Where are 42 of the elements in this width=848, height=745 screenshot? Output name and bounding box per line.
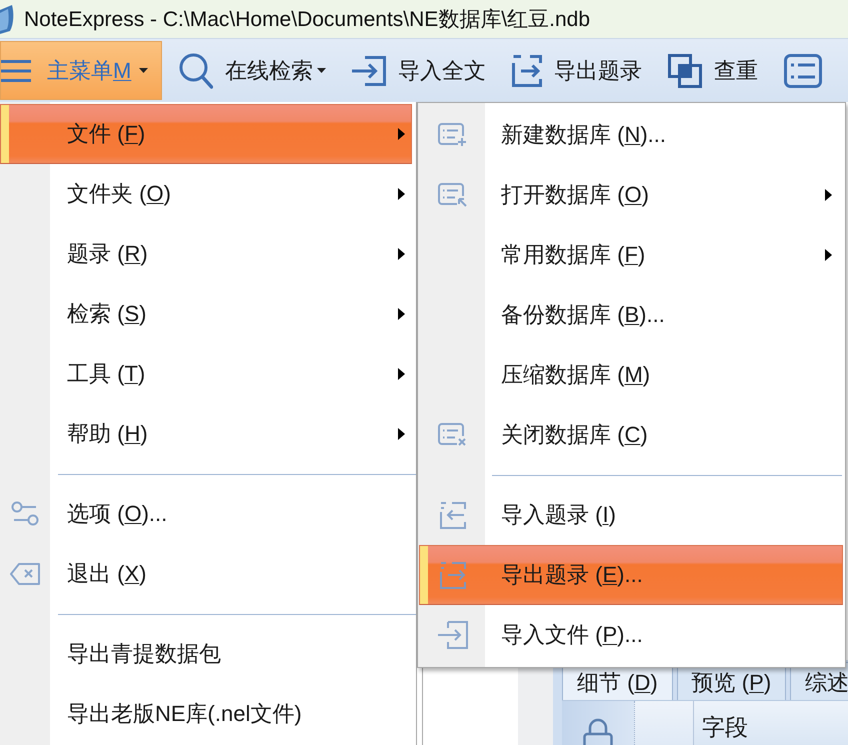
- lock-icon: [583, 717, 613, 745]
- menu-item[interactable]: 文件 (F): [0, 104, 412, 164]
- column-header: [634, 701, 693, 745]
- menu-item[interactable]: 工具 (T): [0, 344, 412, 404]
- export-icon: [440, 561, 466, 589]
- menu-item[interactable]: 文件夹 (O): [0, 164, 412, 224]
- menu-item[interactable]: 退出 (X): [0, 544, 412, 604]
- database-add-icon: [438, 123, 468, 147]
- menu-item[interactable]: 帮助 (H): [0, 404, 412, 464]
- backspace-icon: [10, 563, 40, 585]
- column-header: 字段: [693, 701, 760, 745]
- menu-item[interactable]: 关闭数据库 (C): [419, 405, 843, 465]
- menu-icon: [1, 58, 31, 82]
- toolbar-button[interactable]: 在线检索: [170, 41, 335, 100]
- window-title: NoteExpress - C:\Mac\Home\Documents\NE数据库\红豆.ndb: [24, 7, 590, 33]
- menu-item[interactable]: 导出题录 (E)...: [419, 545, 843, 605]
- menu-item[interactable]: 选项 (O)...: [0, 484, 412, 544]
- export-icon: [512, 54, 542, 86]
- database-close-icon: [438, 423, 468, 447]
- menu-item[interactable]: 压缩数据库 (M): [419, 345, 843, 405]
- menu-item[interactable]: 检索 (S): [0, 284, 412, 344]
- import-icon: [440, 501, 466, 529]
- sliders-icon: [11, 501, 39, 527]
- menu-item[interactable]: 导出老版NE库(.nel文件): [0, 684, 412, 744]
- database-open-icon: [438, 183, 468, 207]
- menu-item[interactable]: 导入文件 (P)...: [419, 605, 843, 665]
- menu-item[interactable]: 导出青提数据包: [0, 624, 412, 684]
- import-file-icon: [438, 621, 468, 649]
- list-icon: [784, 54, 822, 88]
- overlapping-squares-icon: [668, 54, 702, 88]
- menu-item[interactable]: 备份数据库 (B)...: [419, 285, 843, 345]
- toolbar-button[interactable]: 导入全文: [343, 41, 495, 100]
- menu-item[interactable]: 新建数据库 (N)...: [419, 105, 843, 165]
- toolbar-button[interactable]: 导出题录: [503, 41, 651, 100]
- import-icon: [352, 56, 386, 86]
- toolbar-button[interactable]: 查重: [659, 41, 767, 100]
- menu-item[interactable]: 导入题录 (I): [419, 485, 843, 545]
- search-icon: [179, 52, 213, 88]
- menu-item[interactable]: 常用数据库 (F): [419, 225, 843, 285]
- menu-item[interactable]: 题录 (R): [0, 224, 412, 284]
- app-logo-icon: [0, 4, 14, 34]
- menu-item[interactable]: 打开数据库 (O): [419, 165, 843, 225]
